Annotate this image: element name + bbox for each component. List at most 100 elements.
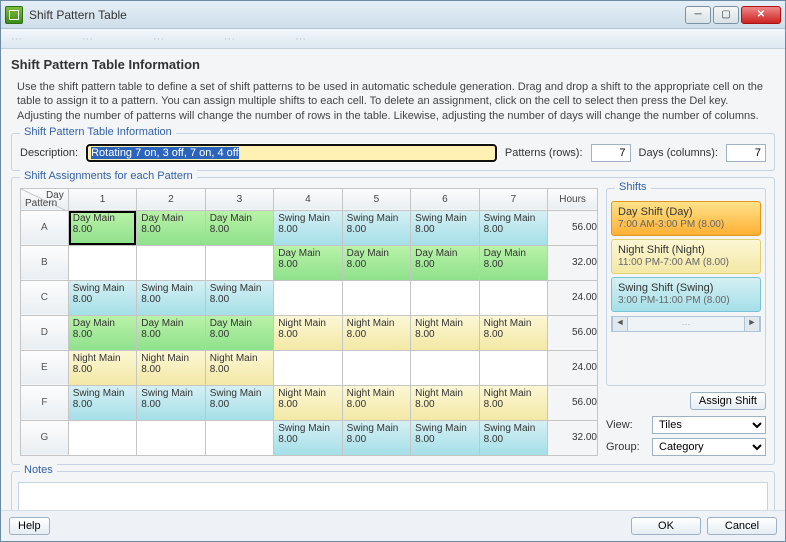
table-row: GSwing Main8.00Swing Main8.00Swing Main8…	[21, 420, 598, 455]
patterns-input[interactable]	[591, 144, 631, 162]
close-button[interactable]: ✕	[741, 6, 781, 24]
menu-strip: ···············	[1, 29, 785, 49]
shift-item-swing[interactable]: Swing Shift (Swing)3:00 PM-11:00 PM (8.0…	[611, 277, 761, 312]
grid-cell[interactable]: Night Main8.00	[411, 315, 479, 350]
table-row: BDay Main8.00Day Main8.00Day Main8.00Day…	[21, 245, 598, 280]
cancel-button[interactable]: Cancel	[707, 517, 777, 535]
grid-cell[interactable]: Day Main8.00	[137, 210, 205, 245]
hours-cell: 32.00	[548, 420, 598, 455]
dialog-footer: Help OK Cancel	[1, 510, 785, 541]
grid-cell[interactable]: Night Main8.00	[68, 350, 136, 385]
grid-cell[interactable]	[205, 420, 273, 455]
grid-cell[interactable]: Swing Main8.00	[479, 210, 547, 245]
grid-cell[interactable]: Day Main8.00	[68, 210, 136, 245]
grid-cell[interactable]: Swing Main8.00	[342, 210, 410, 245]
pattern-label-E[interactable]: E	[21, 350, 69, 385]
days-input[interactable]	[726, 144, 766, 162]
pattern-label-C[interactable]: C	[21, 280, 69, 315]
shift-list-scrollbar[interactable]: ◄ ··· ►	[611, 316, 761, 332]
view-select[interactable]: Tiles	[652, 416, 766, 434]
shift-item-night[interactable]: Night Shift (Night)11:00 PM-7:00 AM (8.0…	[611, 239, 761, 274]
pattern-label-A[interactable]: A	[21, 210, 69, 245]
pattern-label-D[interactable]: D	[21, 315, 69, 350]
grid-cell[interactable]: Swing Main8.00	[411, 210, 479, 245]
notes-textarea[interactable]	[18, 482, 768, 510]
grid-cell[interactable]	[68, 245, 136, 280]
day-header-1[interactable]: 1	[68, 188, 136, 210]
grid-cell[interactable]: Night Main8.00	[137, 350, 205, 385]
titlebar[interactable]: Shift Pattern Table ─ ▢ ✕	[1, 1, 785, 29]
grid-cell[interactable]: Swing Main8.00	[274, 420, 342, 455]
grid-cell[interactable]: Day Main8.00	[479, 245, 547, 280]
group-assignments-legend: Shift Assignments for each Pattern	[20, 170, 197, 182]
grid-cell[interactable]: Swing Main8.00	[274, 210, 342, 245]
assignment-grid[interactable]: DayPattern1234567Hours ADay Main8.00Day …	[20, 188, 598, 456]
grid-cell[interactable]: Swing Main8.00	[342, 420, 410, 455]
day-header-6[interactable]: 6	[411, 188, 479, 210]
grid-cell[interactable]	[411, 280, 479, 315]
assign-shift-button[interactable]: Assign Shift	[690, 392, 766, 410]
hours-header: Hours	[548, 188, 598, 210]
group-shifts: Shifts Day Shift (Day)7:00 AM-3:00 PM (8…	[606, 188, 766, 386]
grid-cell[interactable]: Day Main8.00	[205, 315, 273, 350]
group-select[interactable]: Category	[652, 438, 766, 456]
grid-cell[interactable]	[342, 280, 410, 315]
description-label: Description:	[20, 147, 78, 159]
grid-cell[interactable]: Swing Main8.00	[411, 420, 479, 455]
grid-cell[interactable]: Day Main8.00	[411, 245, 479, 280]
grid-cell[interactable]	[68, 420, 136, 455]
hours-cell: 56.00	[548, 210, 598, 245]
grid-cell[interactable]: Day Main8.00	[137, 315, 205, 350]
help-button[interactable]: Help	[9, 517, 50, 535]
grid-cell[interactable]: Swing Main8.00	[68, 280, 136, 315]
day-header-7[interactable]: 7	[479, 188, 547, 210]
ok-button[interactable]: OK	[631, 517, 701, 535]
group-info: Shift Pattern Table Information Descript…	[11, 133, 775, 171]
grid-cell[interactable]: Night Main8.00	[479, 315, 547, 350]
grid-cell[interactable]	[137, 420, 205, 455]
grid-cell[interactable]: Night Main8.00	[274, 385, 342, 420]
grid-cell[interactable]: Night Main8.00	[274, 315, 342, 350]
grid-cell[interactable]: Day Main8.00	[205, 210, 273, 245]
table-row: FSwing Main8.00Swing Main8.00Swing Main8…	[21, 385, 598, 420]
description-input[interactable]	[86, 144, 497, 162]
hours-cell: 56.00	[548, 315, 598, 350]
grid-cell[interactable]: Night Main8.00	[479, 385, 547, 420]
grid-cell[interactable]: Swing Main8.00	[479, 420, 547, 455]
minimize-button[interactable]: ─	[685, 6, 711, 24]
grid-cell[interactable]: Night Main8.00	[342, 385, 410, 420]
grid-cell[interactable]: Day Main8.00	[342, 245, 410, 280]
grid-cell[interactable]	[205, 245, 273, 280]
grid-cell[interactable]	[342, 350, 410, 385]
grid-cell[interactable]: Day Main8.00	[68, 315, 136, 350]
day-header-2[interactable]: 2	[137, 188, 205, 210]
grid-cell[interactable]: Night Main8.00	[205, 350, 273, 385]
grid-cell[interactable]: Night Main8.00	[411, 385, 479, 420]
window-title: Shift Pattern Table	[29, 8, 127, 22]
grid-cell[interactable]: Swing Main8.00	[137, 280, 205, 315]
day-header-4[interactable]: 4	[274, 188, 342, 210]
grid-cell[interactable]	[479, 280, 547, 315]
grid-cell[interactable]: Swing Main8.00	[137, 385, 205, 420]
grid-cell[interactable]: Day Main8.00	[274, 245, 342, 280]
shift-item-day[interactable]: Day Shift (Day)7:00 AM-3:00 PM (8.00)	[611, 201, 761, 236]
grid-cell[interactable]	[137, 245, 205, 280]
day-header-5[interactable]: 5	[342, 188, 410, 210]
scroll-track[interactable]: ···	[628, 319, 744, 329]
grid-cell[interactable]	[411, 350, 479, 385]
pattern-label-G[interactable]: G	[21, 420, 69, 455]
pattern-label-F[interactable]: F	[21, 385, 69, 420]
grid-cell[interactable]	[479, 350, 547, 385]
grid-cell[interactable]: Swing Main8.00	[205, 385, 273, 420]
grid-cell[interactable]	[274, 350, 342, 385]
grid-cell[interactable]	[274, 280, 342, 315]
group-notes: Notes	[11, 471, 775, 510]
grid-cell[interactable]: Swing Main8.00	[68, 385, 136, 420]
scroll-right-icon[interactable]: ►	[744, 317, 760, 331]
grid-cell[interactable]: Night Main8.00	[342, 315, 410, 350]
maximize-button[interactable]: ▢	[713, 6, 739, 24]
scroll-left-icon[interactable]: ◄	[612, 317, 628, 331]
day-header-3[interactable]: 3	[205, 188, 273, 210]
pattern-label-B[interactable]: B	[21, 245, 69, 280]
grid-cell[interactable]: Swing Main8.00	[205, 280, 273, 315]
